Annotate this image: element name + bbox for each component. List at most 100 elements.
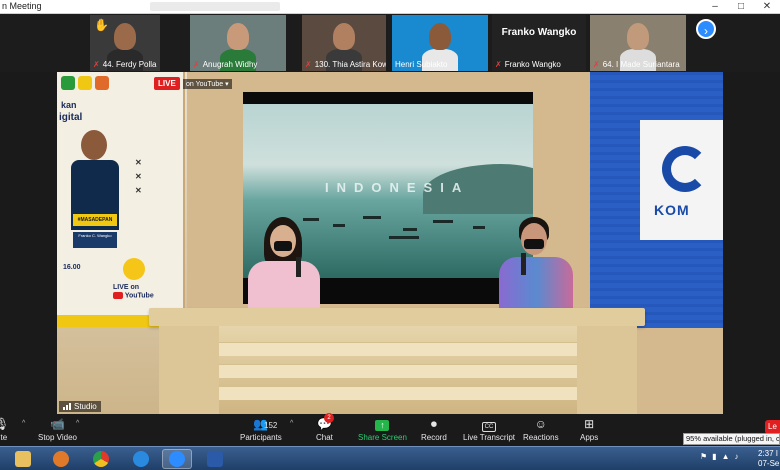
- participant-name-label: Henri Subiakto: [395, 60, 447, 69]
- chat-button[interactable]: 💬 2 Chat: [316, 413, 334, 442]
- poster-hashtag: #MASADEPAN: [73, 214, 117, 226]
- participant-name: 44. Ferdy Polla: [102, 60, 157, 69]
- live-destination-text: on YouTube: [186, 81, 224, 88]
- taskbar-chrome[interactable]: [86, 449, 116, 469]
- microphone-icon: [521, 253, 526, 275]
- folder-icon: [15, 451, 31, 467]
- participant-tile[interactable]: ✋ ✗ 44. Ferdy Polla: [90, 15, 160, 71]
- participant-name-label: ✗ 64. I Made Suriantara: [593, 60, 680, 69]
- muted-microphone-icon: ✗: [305, 60, 312, 69]
- kominfo-logo-icon: [662, 146, 708, 192]
- participants-button[interactable]: 👥 152 Participants: [240, 416, 282, 442]
- participant-name-label: ✗ Anugrah Widhy: [193, 60, 257, 69]
- word-icon: [207, 451, 223, 467]
- participant-name: 64. I Made Suriantara: [602, 60, 680, 69]
- video-camera-icon: 📹: [50, 417, 65, 431]
- share-screen-icon: ↑: [375, 420, 390, 431]
- participant-gallery-strip: ✋ ✗ 44. Ferdy Polla ✗ Anugrah Widhy ✗ 130. Thi…: [0, 14, 780, 72]
- screen-title: INDONESIA: [325, 180, 470, 195]
- poster-decoration: [123, 258, 145, 280]
- chrome-icon: [93, 451, 109, 467]
- meeting-toolbar: 🎙ute📹Stop Video👥152Participants💬2Chat↑Sh…: [0, 413, 780, 446]
- next-page-button[interactable]: ›: [696, 19, 716, 39]
- participant-tile[interactable]: Franko Wangko ✗ Franko Wangko: [492, 15, 586, 71]
- participant-tile[interactable]: Henri Subiakto: [392, 15, 488, 71]
- toolbar-label: Stop Video: [38, 433, 77, 442]
- share-screen-button[interactable]: ↑ Share Screen: [358, 416, 407, 442]
- clock-time: 2:37 I: [758, 449, 779, 458]
- taskbar-internet-explorer[interactable]: [126, 449, 156, 469]
- close-button[interactable]: ✕: [754, 0, 780, 14]
- chat-unread-badge: 2: [324, 413, 334, 423]
- taskbar-word[interactable]: [200, 449, 230, 469]
- closed-caption-icon: CC: [482, 422, 497, 432]
- participant-name: Franko Wangko: [504, 60, 561, 69]
- toolbar-label: ute: [0, 433, 8, 442]
- mute-button[interactable]: 🎙 ute: [0, 416, 9, 442]
- raised-hand-icon: ✋: [94, 18, 109, 32]
- participant-name: 130. Thia Astira Kowi...: [314, 60, 386, 69]
- participant-face: [627, 23, 649, 50]
- maximize-button[interactable]: □: [728, 0, 754, 14]
- backdrop-text: KOM: [654, 202, 690, 218]
- tray-volume-icon[interactable]: ♪: [735, 452, 739, 461]
- mute-options-caret-icon[interactable]: ^: [22, 420, 25, 427]
- clock-date: 07-Se: [758, 459, 780, 468]
- toolbar-label: Chat: [316, 433, 333, 442]
- poster-speaker-card: #MASADEPAN Franko C. Wangko: [69, 130, 121, 258]
- apps-icon: ⊞: [584, 417, 595, 431]
- live-destination[interactable]: on YouTube ▾: [183, 79, 232, 89]
- record-button[interactable]: ⏺ Record: [421, 416, 447, 442]
- active-speaker-video[interactable]: kan igital #MASADEPAN Franko C. Wangko ✕…: [57, 72, 723, 414]
- reactions-button[interactable]: ☺ Reactions: [523, 416, 559, 442]
- taskbar-zoom[interactable]: [162, 449, 192, 469]
- guest-person: [497, 217, 577, 317]
- title-bar-placeholder: [150, 2, 280, 11]
- poster-speaker-head: [81, 130, 107, 160]
- leave-meeting-button[interactable]: Le: [765, 420, 780, 434]
- toolbar-label: Apps: [580, 433, 599, 442]
- apps-button[interactable]: ⊞ Apps: [580, 416, 598, 442]
- connection-signal-icon: [63, 403, 71, 410]
- toolbar-label: Reactions: [523, 433, 559, 442]
- tray-network-icon[interactable]: ▲: [722, 452, 730, 461]
- studio-desk: [159, 326, 637, 414]
- internet-explorer-icon: [133, 451, 149, 467]
- backdrop-logo-panel: KOM: [640, 120, 723, 240]
- poster-platform: YouTube: [124, 292, 154, 300]
- minimize-button[interactable]: –: [702, 0, 728, 14]
- toolbar-label: Live Transcript: [463, 433, 516, 442]
- video-options-caret-icon[interactable]: ^: [76, 420, 79, 427]
- taskbar-media-player[interactable]: [46, 449, 76, 469]
- chevron-right-icon: ›: [704, 24, 708, 38]
- desk-slat: [219, 386, 577, 400]
- poster-time: 16.00: [63, 264, 81, 271]
- participant-tile[interactable]: ✗ 64. I Made Suriantara: [590, 15, 686, 71]
- poster-title-line1: kan: [61, 100, 77, 110]
- tray-flag-icon[interactable]: ⚑: [700, 452, 707, 461]
- participant-name: Anugrah Widhy: [202, 60, 258, 69]
- participants-options-caret-icon[interactable]: ^: [290, 420, 293, 427]
- participant-name-label: ✗ Franko Wangko: [495, 60, 561, 69]
- participant-tile[interactable]: ✗ Anugrah Widhy: [190, 15, 286, 71]
- event-poster: kan igital #MASADEPAN Franko C. Wangko ✕…: [57, 72, 185, 327]
- taskbar-clock[interactable]: 2:37 I 07-Se: [758, 449, 779, 469]
- stop-video-button[interactable]: 📹 Stop Video: [38, 416, 77, 442]
- dropdown-caret-icon: ▾: [225, 81, 229, 88]
- studio-desk-top: [149, 308, 645, 326]
- participant-tile[interactable]: ✗130. Thia Astira Kowi...: [302, 15, 386, 71]
- window-controls: – □ ✕: [702, 0, 780, 14]
- participant-face: [114, 23, 136, 50]
- desk-left-panel: [159, 326, 219, 414]
- tray-battery-icon[interactable]: ▮: [712, 452, 716, 461]
- participant-face: [227, 23, 249, 50]
- taskbar-explorer[interactable]: [8, 449, 38, 469]
- toolbar-label: Share Screen: [358, 433, 407, 442]
- logo-icon: [95, 76, 109, 90]
- live-transcript-button[interactable]: CC Live Transcript: [463, 416, 515, 442]
- live-badge[interactable]: LIVE: [154, 77, 180, 90]
- speaker-name: Studio: [74, 402, 97, 411]
- desk-right-panel: [577, 326, 637, 414]
- reactions-icon: ☺: [534, 417, 547, 431]
- youtube-icon: [113, 292, 123, 299]
